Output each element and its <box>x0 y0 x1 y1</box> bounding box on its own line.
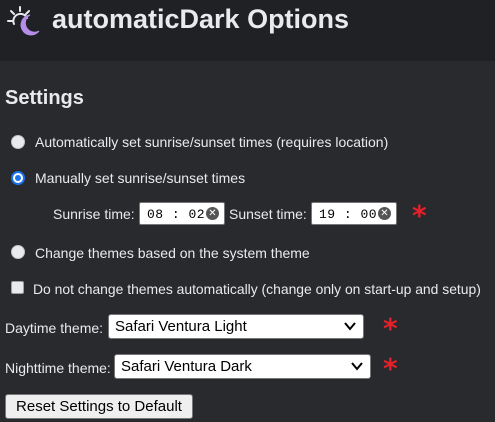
sun-moon-logo-icon <box>7 6 40 36</box>
daytime-theme-select[interactable]: Safari Ventura Light <box>108 314 364 339</box>
clear-icon[interactable]: ✕ <box>206 207 219 220</box>
system-theme-radio[interactable] <box>11 245 25 259</box>
daytime-theme-label: Daytime theme: <box>5 320 104 336</box>
no-auto-change-label: Do not change themes automatically (chan… <box>33 281 481 297</box>
no-auto-change-checkbox[interactable] <box>11 281 24 294</box>
manual-times-radio[interactable] <box>11 171 25 185</box>
page-title: automaticDark Options <box>52 4 350 34</box>
sunrise-label: Sunrise time: <box>53 206 135 222</box>
required-asterisk-icon: * <box>412 199 427 232</box>
daytime-theme-value: Safari Ventura Light <box>115 318 247 335</box>
sunrise-time-value: 08 : 02 <box>147 207 206 222</box>
nighttime-theme-label: Nighttime theme: <box>5 360 111 376</box>
nighttime-theme-value: Safari Ventura Dark <box>121 358 252 375</box>
sunset-time-value: 19 : 00 <box>319 207 378 222</box>
nighttime-theme-select[interactable]: Safari Ventura Dark <box>114 354 371 379</box>
sunset-label: Sunset time: <box>229 206 307 222</box>
auto-times-label: Automatically set sunrise/sunset times (… <box>35 134 389 150</box>
clear-icon[interactable]: ✕ <box>378 207 391 220</box>
settings-heading: Settings <box>5 87 84 109</box>
sunrise-time-input[interactable]: 08 : 02 ✕ <box>139 202 225 225</box>
required-asterisk-icon: * <box>383 312 398 345</box>
reset-settings-button[interactable]: Reset Settings to Default <box>5 394 193 419</box>
system-theme-label: Change themes based on the system theme <box>35 245 310 261</box>
required-asterisk-icon: * <box>383 352 398 385</box>
sunset-time-input[interactable]: 19 : 00 ✕ <box>311 202 397 225</box>
chevron-down-icon <box>344 322 356 331</box>
auto-times-radio[interactable] <box>11 135 25 149</box>
chevron-down-icon <box>351 362 363 371</box>
manual-times-label: Manually set sunrise/sunset times <box>35 170 246 186</box>
page-header: automaticDark Options <box>0 0 495 61</box>
